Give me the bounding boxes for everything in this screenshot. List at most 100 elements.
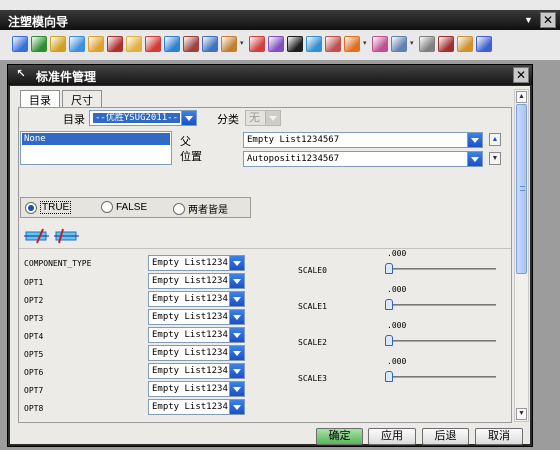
mold-wizard-toolbar: 注塑模向导 ▼ ✕ ▾ ▾ ▾: [0, 0, 560, 60]
view-manager-icon[interactable]: [438, 36, 454, 52]
radio-dot[interactable]: [173, 202, 185, 215]
component-row-select[interactable]: Empty List1234: [148, 327, 245, 343]
tab-size[interactable]: 尺寸: [62, 90, 102, 107]
hole-table-icon[interactable]: [419, 36, 435, 52]
chevron-down-icon[interactable]: [467, 133, 482, 147]
scale-slider-track[interactable]: [388, 340, 496, 342]
component-row-select[interactable]: Empty List1234: [148, 345, 245, 361]
radio-dot[interactable]: [101, 201, 113, 213]
chevron-down-icon[interactable]: [467, 152, 482, 166]
runner-icon[interactable]: [268, 36, 284, 52]
chevron-down-icon[interactable]: [229, 310, 244, 324]
bom-icon[interactable]: [372, 36, 388, 52]
ejector-pin-icon[interactable]: [183, 36, 199, 52]
component-row-label: OPT1: [24, 278, 44, 287]
trim-icon[interactable]: [325, 36, 341, 52]
tab-size-label: 尺寸: [71, 95, 93, 107]
chevron-down-icon[interactable]: ▾: [363, 36, 369, 52]
component-row-select[interactable]: Empty List1234: [148, 399, 245, 415]
dialog-close-button[interactable]: ✕: [513, 67, 529, 83]
component-row-value: Empty List1234: [152, 258, 228, 268]
chevron-down-icon[interactable]: [229, 292, 244, 306]
radio-true[interactable]: TRUE: [25, 201, 72, 214]
parent-value: Empty List1234567: [247, 135, 340, 145]
component-row-label: OPT7: [24, 386, 44, 395]
catalog-select[interactable]: --优胜YSUG2011--: [89, 110, 197, 126]
position-scroll-down-button[interactable]: ▼: [489, 152, 501, 165]
pocket-icon[interactable]: [344, 36, 360, 52]
component-row-label: OPT8: [24, 404, 44, 413]
position-select[interactable]: Autopositi1234567: [243, 151, 483, 167]
scale-slider-thumb[interactable]: [385, 263, 393, 274]
tab-catalog-label: 目录: [29, 95, 51, 107]
component-row-select[interactable]: Empty List1234: [148, 363, 245, 379]
toolbar-options-icon[interactable]: ▼: [524, 12, 536, 28]
component-row-select[interactable]: Empty List1234: [148, 273, 245, 289]
scale-slider-thumb[interactable]: [385, 371, 393, 382]
chevron-down-icon[interactable]: ▾: [240, 36, 246, 52]
scroll-up-icon[interactable]: ▲: [516, 91, 527, 103]
insert-icon[interactable]: [221, 36, 237, 52]
shrinkage-icon[interactable]: [50, 36, 66, 52]
mold-tools-icon[interactable]: [107, 36, 123, 52]
toolbar-titlebar[interactable]: 注塑模向导 ▼ ✕: [0, 10, 560, 30]
radio-false[interactable]: FALSE: [101, 201, 147, 213]
chevron-down-icon[interactable]: ▾: [410, 36, 416, 52]
chevron-down-icon[interactable]: [181, 111, 196, 125]
scroll-down-icon[interactable]: ▼: [516, 408, 527, 420]
scale-slider-track[interactable]: [388, 304, 496, 306]
slider-icon[interactable]: [202, 36, 218, 52]
list-item[interactable]: None: [22, 133, 170, 145]
scale-slider-thumb[interactable]: [385, 335, 393, 346]
chevron-down-icon[interactable]: [229, 364, 244, 378]
apply-button[interactable]: 应用: [368, 428, 416, 445]
dialog-scrollbar[interactable]: ▲ ▼: [514, 89, 529, 422]
ok-button[interactable]: 确定: [316, 428, 363, 445]
mold-init-icon[interactable]: [12, 36, 28, 52]
tab-catalog[interactable]: 目录: [20, 90, 60, 108]
drawing-icon[interactable]: [391, 36, 407, 52]
chevron-down-icon[interactable]: [229, 400, 244, 414]
remove-dimension-icon[interactable]: [53, 227, 80, 245]
cavity-layout-icon[interactable]: [88, 36, 104, 52]
back-button[interactable]: 后退: [422, 428, 469, 445]
part-listbox[interactable]: None: [20, 131, 172, 165]
scale-slider-track[interactable]: [388, 268, 496, 270]
electrode-icon[interactable]: [306, 36, 322, 52]
section-divider: [19, 248, 511, 249]
radio-both[interactable]: 两者皆是: [173, 201, 228, 216]
scale-value: .000: [387, 249, 407, 258]
workpiece-icon[interactable]: [69, 36, 85, 52]
gate-icon[interactable]: [249, 36, 265, 52]
add-dimension-icon[interactable]: [23, 227, 50, 245]
parent-scroll-up-button[interactable]: ▲: [489, 133, 501, 146]
component-row-select[interactable]: Empty List1234: [148, 309, 245, 325]
scroll-thumb[interactable]: [516, 104, 527, 274]
chevron-down-icon[interactable]: [229, 328, 244, 342]
parent-select[interactable]: Empty List1234567: [243, 132, 483, 148]
dialog-titlebar[interactable]: ↖ 标准件管理 ✕: [8, 65, 532, 85]
standard-part-icon[interactable]: [164, 36, 180, 52]
component-row-select[interactable]: Empty List1234: [148, 291, 245, 307]
category-select[interactable]: 无: [245, 110, 281, 126]
cancel-button[interactable]: 取消: [475, 428, 523, 445]
cast-process-icon[interactable]: [476, 36, 492, 52]
chevron-down-icon[interactable]: [229, 256, 244, 270]
chevron-down-icon[interactable]: [229, 346, 244, 360]
cooling-icon[interactable]: [287, 36, 303, 52]
parting-icon[interactable]: [126, 36, 142, 52]
mold-base-icon[interactable]: [145, 36, 161, 52]
component-row-select[interactable]: Empty List1234: [148, 381, 245, 397]
scale-slider-track[interactable]: [388, 376, 496, 378]
mold-csys-icon[interactable]: [31, 36, 47, 52]
scale-slider-thumb[interactable]: [385, 299, 393, 310]
toolbar-close-button[interactable]: ✕: [540, 12, 556, 28]
unused-parts-icon[interactable]: [457, 36, 473, 52]
pin-icon[interactable]: ↖: [14, 67, 28, 81]
component-row-select[interactable]: Empty List1234: [148, 255, 245, 271]
component-row-value: Empty List1234: [152, 366, 228, 376]
chevron-down-icon[interactable]: [265, 111, 280, 125]
chevron-down-icon[interactable]: [229, 274, 244, 288]
chevron-down-icon[interactable]: [229, 382, 244, 396]
radio-dot[interactable]: [25, 201, 37, 214]
